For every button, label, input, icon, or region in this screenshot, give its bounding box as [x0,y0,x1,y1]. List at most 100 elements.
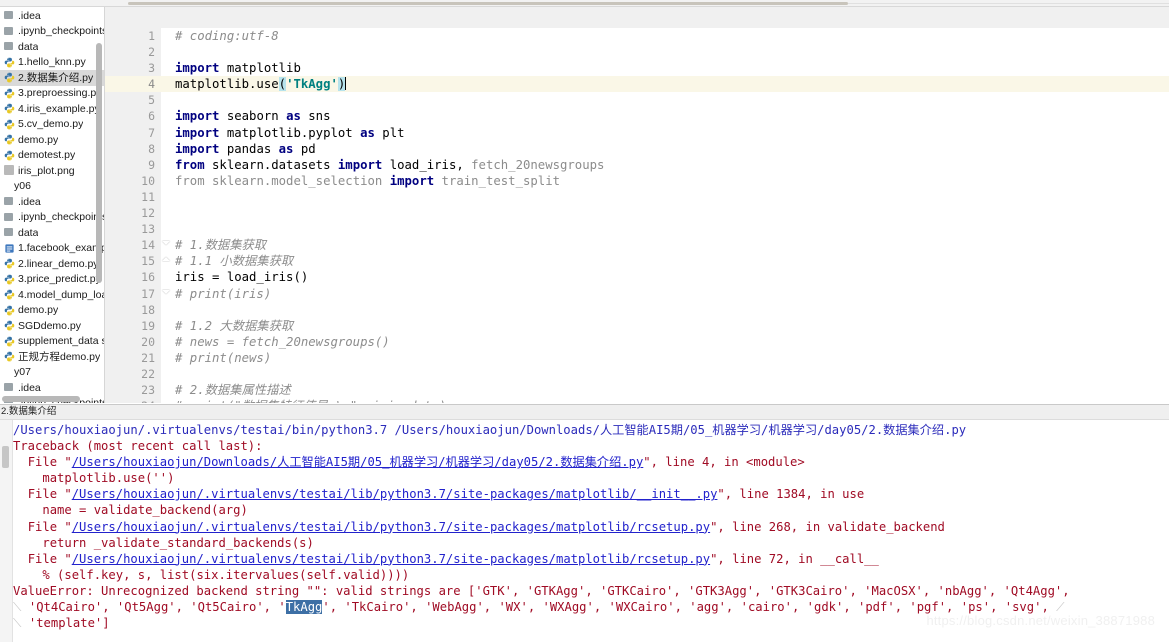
tree-item-label: demo.py [18,133,59,146]
code-line[interactable]: # print(news) [173,350,1169,366]
tree-item[interactable]: 2.数据集介绍.py [0,70,104,86]
line-number: 17 [141,286,155,301]
console-file-link[interactable]: /Users/houxiaojun/.virtualenvs/testai/li… [72,552,710,566]
line-number: 20 [141,334,155,349]
project-tree-panel[interactable]: .idea .ipynb_checkpoints data 1.hello_knn.p… [0,7,105,403]
code-line[interactable]: import matplotlib.pyplot as plt [173,125,1169,141]
tree-item[interactable]: iris_plot.png [0,163,104,179]
sidebar-hscrollbar-thumb[interactable] [2,396,80,402]
code-fold-marker[interactable] [161,237,173,253]
console-output[interactable]: /Users/houxiaojun/.virtualenvs/testai/bi… [13,420,1169,642]
console-file-link[interactable]: /Users/houxiaojun/.virtualenvs/testai/li… [72,487,718,501]
tree-item[interactable]: .ipynb_checkpoints [0,210,104,226]
folder-icon [4,10,15,21]
tree-item[interactable]: data [0,39,104,55]
code-token: # 1.数据集获取 [175,238,267,253]
code-line[interactable]: import matplotlib [173,60,1169,76]
console-line: File "/Users/houxiaojun/Downloads/人工智能AI… [13,454,1169,470]
python-file-icon [4,258,15,269]
code-line[interactable]: # 1.1 小数据集获取 [173,253,1169,269]
tree-item[interactable]: 正规方程demo.py [0,349,104,365]
line-number: 3 [148,61,155,76]
code-line[interactable]: # news = fetch_20newsgroups() [173,334,1169,350]
code-line[interactable]: from sklearn.model_selection import trai… [173,173,1169,189]
console-text: 'template'] [28,616,110,631]
code-line[interactable]: # print(iris) [173,286,1169,302]
tree-item[interactable]: 1.facebook_example [0,241,104,257]
code-token: import [389,173,435,188]
code-text-area[interactable]: # coding:utf-8 import matplotlib matplotl… [173,28,1169,403]
code-line[interactable]: # 2.数据集属性描述 [173,382,1169,398]
tree-item[interactable]: 2.linear_demo.py [0,256,104,272]
code-line[interactable]: # 1.2 大数据集获取 [173,318,1169,334]
project-tree[interactable]: .idea .ipynb_checkpoints data 1.hello_knn.p… [0,7,104,403]
code-fold-gutter[interactable] [161,28,173,403]
tree-item[interactable]: 3.preproessing.py [0,86,104,102]
code-line[interactable]: iris = load_iris() [173,269,1169,285]
code-editor[interactable]: 123456789101112131415161718192021222324 … [105,7,1169,403]
code-line[interactable]: # coding:utf-8 [173,28,1169,44]
sidebar-horizontal-scrollbar[interactable] [0,396,104,402]
tree-item[interactable]: 1.hello_knn.py [0,55,104,71]
tree-item[interactable]: 5.cv_demo.py [0,117,104,133]
code-line[interactable] [173,366,1169,382]
editor-top-bar [105,7,1169,28]
console-text: ⟋ [1056,600,1065,615]
code-line[interactable]: from sklearn.datasets import load_iris, … [173,157,1169,173]
tree-item[interactable]: SGDdemo.py [0,318,104,334]
code-fold-marker[interactable] [161,286,173,302]
sidebar-vertical-scrollbar[interactable] [96,35,102,380]
code-line[interactable] [173,302,1169,318]
console-scrollbar-thumb[interactable] [2,446,9,468]
console-line: ⟍ 'Qt4Cairo', 'Qt5Agg', 'Qt5Cairo', 'TkA… [13,599,1169,615]
code-line[interactable]: # 1.数据集获取 [173,237,1169,253]
tree-item[interactable]: .idea [0,380,104,396]
toolbar-divider [128,2,848,5]
code-line[interactable]: # print("数据集特征值是:\n", iris.data) [173,398,1169,403]
console-file-link[interactable]: /Users/houxiaojun/.virtualenvs/testai/li… [72,520,710,534]
tree-item[interactable]: .idea [0,194,104,210]
tree-item-label: .ipynb_checkpoints [18,25,104,38]
tree-item[interactable]: demotest.py [0,148,104,164]
tree-item[interactable]: data [0,225,104,241]
code-line[interactable] [173,92,1169,108]
tree-item[interactable]: 4.model_dump_load [0,287,104,303]
tree-item[interactable]: demo.py [0,303,104,319]
tree-item[interactable]: demo.py [0,132,104,148]
code-token: from [175,157,205,172]
tree-item[interactable]: .ipynb_checkpoints [0,24,104,40]
line-number: 1 [148,29,155,43]
tree-item[interactable]: y07 [0,365,104,381]
console-line: % (self.key, s, list(six.itervalues(self… [13,567,1169,583]
sidebar-scrollbar-thumb[interactable] [96,43,102,283]
code-line[interactable] [173,221,1169,237]
tree-item[interactable]: 4.iris_example.py [0,101,104,117]
tree-item[interactable]: y06 [0,179,104,195]
console-text: ", line 4, in <module> [643,455,805,470]
code-fold-marker[interactable] [161,253,173,269]
console-file-link[interactable]: /Users/houxiaojun/Downloads/人工智能AI5期/05_… [72,455,644,469]
code-line[interactable]: matplotlib.use('TkAgg') [173,76,1169,93]
code-line[interactable] [173,205,1169,221]
tree-item[interactable]: 3.price_predict.py [0,272,104,288]
line-number: 5 [148,93,155,108]
code-line[interactable]: import pandas as pd [173,141,1169,157]
console-text: ", line 1384, in use [717,487,865,502]
tree-item[interactable]: .idea [0,8,104,24]
code-line[interactable] [173,189,1169,205]
line-number: 15 [141,254,155,269]
console-tab-label[interactable]: 2.数据集介绍 [0,405,56,419]
python-file-icon [4,336,15,347]
console-text: ", line 268, in validate_backend [710,519,945,534]
code-line[interactable] [173,44,1169,60]
wrap-continuation-icon: ⟍ [13,600,22,615]
tree-item[interactable]: supplement_data se [0,334,104,350]
code-line[interactable]: import seaborn as sns [173,108,1169,124]
